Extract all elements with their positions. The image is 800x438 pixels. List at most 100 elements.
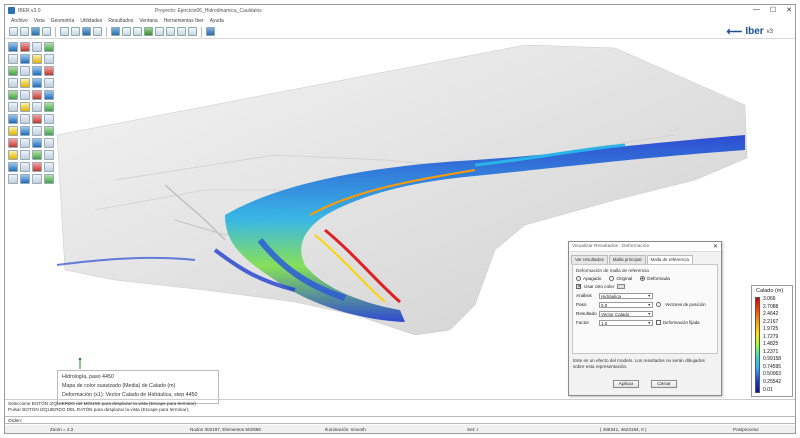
- move-icon[interactable]: [44, 54, 54, 64]
- view-icon[interactable]: [93, 27, 102, 36]
- measure-icon[interactable]: [8, 78, 18, 88]
- menu-resultados[interactable]: Resultados: [108, 18, 133, 24]
- divide-icon[interactable]: [32, 66, 42, 76]
- arc-icon[interactable]: [8, 54, 18, 64]
- infiltration-icon[interactable]: [32, 102, 42, 112]
- menu-geometria[interactable]: Geometría: [51, 18, 75, 24]
- contour-icon[interactable]: [32, 126, 42, 136]
- color-swatch[interactable]: [617, 284, 626, 290]
- factor-input[interactable]: 1.0: [599, 319, 653, 326]
- preprocess-icon[interactable]: [122, 27, 131, 36]
- intersect-icon[interactable]: [20, 66, 30, 76]
- cut-icon[interactable]: [44, 174, 54, 184]
- animation-icon[interactable]: [166, 27, 175, 36]
- analysis-select[interactable]: Hidráulica: [599, 292, 653, 299]
- breach-icon[interactable]: [32, 114, 42, 124]
- boundary-icon[interactable]: [32, 78, 42, 88]
- gauge-icon[interactable]: [44, 114, 54, 124]
- delete-icon[interactable]: [20, 42, 30, 52]
- settings-icon[interactable]: [8, 150, 18, 160]
- line-icon[interactable]: [32, 42, 42, 52]
- nurbs-icon[interactable]: [32, 54, 42, 64]
- rain-icon[interactable]: [20, 102, 30, 112]
- rotate-icon[interactable]: [31, 27, 40, 36]
- close-button[interactable]: ✕: [786, 6, 792, 14]
- menu-vista[interactable]: Vista: [34, 18, 45, 24]
- step-select[interactable]: 0.0: [599, 301, 653, 308]
- tab-malla-principal[interactable]: Malla principal: [608, 255, 646, 264]
- time-icon[interactable]: [8, 126, 18, 136]
- zoom-icon[interactable]: [9, 27, 18, 36]
- tab-ver-resultados[interactable]: Ver resultados: [571, 255, 608, 264]
- apply-button[interactable]: Aplicar: [613, 380, 639, 388]
- run-icon[interactable]: [32, 150, 42, 160]
- radio-apagado[interactable]: Apagado: [576, 276, 601, 282]
- minimize-button[interactable]: —: [753, 6, 760, 14]
- graph-tool-icon[interactable]: [32, 174, 42, 184]
- use-color-checkbox[interactable]: ✕: [576, 284, 581, 290]
- info-icon[interactable]: [206, 27, 215, 36]
- redraw-icon[interactable]: [60, 27, 69, 36]
- help-icon[interactable]: [20, 150, 30, 160]
- window-controls: — ☐ ✕: [753, 6, 792, 14]
- radio-original[interactable]: Original: [609, 276, 632, 282]
- point-icon[interactable]: [8, 42, 18, 52]
- profile-icon[interactable]: [8, 138, 18, 148]
- polyline-icon[interactable]: [20, 54, 30, 64]
- radio-deformada[interactable]: Deformada: [640, 276, 670, 282]
- zoom-frame-icon[interactable]: [20, 27, 29, 36]
- menu-ventana[interactable]: Ventana: [139, 18, 157, 24]
- maximize-button[interactable]: ☐: [770, 6, 776, 14]
- message-line: Pulsar BOTÓN IZQUIERDO DEL RATÓN para de…: [8, 407, 190, 412]
- mesh-gen-icon[interactable]: [20, 78, 30, 88]
- legend-values: 3.066 2.7088 2.4642 2.2167 1.9725 1.7279…: [763, 296, 793, 394]
- position-vectors-option[interactable]: Vectores de posición: [656, 302, 706, 308]
- menu-utilidades[interactable]: Utilidades: [80, 18, 102, 24]
- legend-icon[interactable]: [32, 162, 42, 172]
- result-row: Resultado Vector Calado: [576, 310, 714, 317]
- menu-archivo[interactable]: Archivo: [11, 18, 28, 24]
- turbulence-icon[interactable]: [8, 114, 18, 124]
- outlet-icon[interactable]: [8, 90, 18, 100]
- table-icon[interactable]: [188, 27, 197, 36]
- results-panel-icon[interactable]: [20, 126, 30, 136]
- results-icon[interactable]: [155, 27, 164, 36]
- menu-ayuda[interactable]: Ayuda: [210, 18, 224, 24]
- surface-icon[interactable]: [44, 42, 54, 52]
- pan-icon[interactable]: [42, 27, 51, 36]
- command-line[interactable]: Orden:: [5, 416, 795, 424]
- gis-icon[interactable]: [44, 138, 54, 148]
- layers-icon[interactable]: [82, 27, 91, 36]
- stop-icon[interactable]: [44, 150, 54, 160]
- log-icon[interactable]: [8, 162, 18, 172]
- roughness-icon[interactable]: [20, 90, 30, 100]
- collapse-icon[interactable]: [44, 66, 54, 76]
- render-icon[interactable]: [71, 27, 80, 36]
- view-results-icon[interactable]: [20, 162, 30, 172]
- postprocess-icon[interactable]: [133, 27, 142, 36]
- label-icon[interactable]: [44, 162, 54, 172]
- animate-icon[interactable]: [20, 174, 30, 184]
- inlet-icon[interactable]: [44, 78, 54, 88]
- result-select[interactable]: Vector Calado: [599, 310, 653, 317]
- legend-value: 0.74595: [763, 363, 782, 370]
- dialog-close-icon[interactable]: ✕: [713, 243, 718, 250]
- bridge-icon[interactable]: [32, 90, 42, 100]
- graph-icon[interactable]: [177, 27, 186, 36]
- mesh-icon[interactable]: [111, 27, 120, 36]
- tab-malla-referencia[interactable]: Malla de referencia: [646, 255, 693, 264]
- export-icon[interactable]: [20, 138, 30, 148]
- deform-icon[interactable]: [8, 174, 18, 184]
- menu-herramientas-iber[interactable]: Herramientas Iber: [164, 18, 204, 24]
- calculate-icon[interactable]: [144, 27, 153, 36]
- sediment-icon[interactable]: [44, 102, 54, 112]
- close-dialog-button[interactable]: Cerrar: [651, 380, 677, 388]
- fixed-deformation-option[interactable]: Deformación fijada: [656, 320, 700, 326]
- vector-icon[interactable]: [44, 126, 54, 136]
- copy-icon[interactable]: [8, 66, 18, 76]
- wind-icon[interactable]: [20, 114, 30, 124]
- raster-icon[interactable]: [32, 138, 42, 148]
- legend-value: 1.9725: [763, 326, 779, 333]
- culvert-icon[interactable]: [44, 90, 54, 100]
- weir-icon[interactable]: [8, 102, 18, 112]
